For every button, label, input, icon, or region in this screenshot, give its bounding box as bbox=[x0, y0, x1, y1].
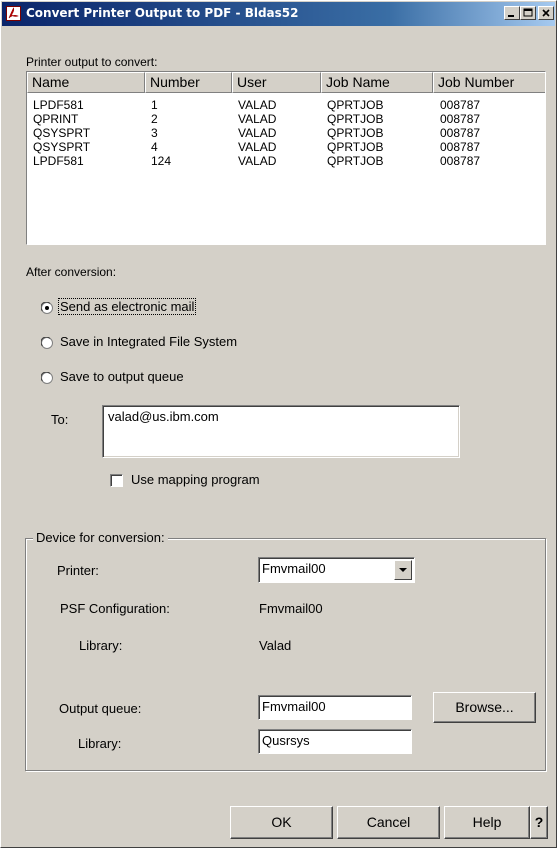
pdf-icon bbox=[6, 6, 21, 21]
psf-library-value: Valad bbox=[259, 638, 292, 653]
output-queue-label: Output queue: bbox=[59, 701, 142, 716]
cell-user: VALAD bbox=[238, 126, 277, 140]
printer-select-value: Fmvmail00 bbox=[262, 561, 326, 576]
cell-name: QPRINT bbox=[33, 112, 79, 126]
cell-user: VALAD bbox=[238, 140, 277, 154]
column-header-job-name[interactable]: Job Name bbox=[321, 72, 433, 93]
window-title: Convert Printer Output to PDF - Bldas52 bbox=[26, 6, 299, 20]
cell-job-name: QPRTJOB bbox=[327, 154, 384, 168]
cell-number: 2 bbox=[151, 112, 158, 126]
maximize-icon[interactable] bbox=[520, 6, 536, 20]
cell-number: 124 bbox=[151, 154, 172, 168]
close-icon[interactable] bbox=[538, 6, 554, 20]
column-header-name[interactable]: Name bbox=[27, 72, 145, 93]
radio-send-email[interactable] bbox=[41, 302, 53, 314]
help-button[interactable]: Help bbox=[444, 806, 530, 839]
cell-job-number: 008787 bbox=[440, 154, 481, 168]
title-bar[interactable]: Convert Printer Output to PDF - Bldas52 bbox=[2, 2, 555, 26]
cell-job-name: QPRTJOB bbox=[327, 140, 384, 154]
printer-output-label: Printer output to convert: bbox=[26, 55, 158, 69]
cell-job-name: QPRTJOB bbox=[327, 98, 384, 112]
after-conversion-label: After conversion: bbox=[26, 265, 117, 279]
table-row[interactable]: LPDF581 124 VALAD QPRTJOB 008787 bbox=[27, 154, 545, 168]
whats-this-button[interactable]: ? bbox=[530, 806, 548, 839]
cell-number: 3 bbox=[151, 126, 158, 140]
output-queue-library-field[interactable]: Qusrsys bbox=[258, 729, 412, 754]
cell-name: LPDF581 bbox=[33, 98, 84, 112]
output-queue-field[interactable]: Fmvmail00 bbox=[258, 695, 412, 720]
cell-job-name: QPRTJOB bbox=[327, 126, 384, 140]
printer-output-table[interactable]: Name Number User Job Name Job Number LPD… bbox=[26, 71, 546, 245]
radio-save-ifs[interactable] bbox=[41, 337, 53, 349]
dialog-window: Convert Printer Output to PDF - Bldas52 … bbox=[0, 0, 557, 848]
device-group-title: Device for conversion: bbox=[33, 530, 168, 545]
cell-name: LPDF581 bbox=[33, 154, 84, 168]
use-mapping-checkbox[interactable] bbox=[110, 474, 123, 487]
ok-button[interactable]: OK bbox=[230, 806, 333, 839]
printer-select[interactable]: Fmvmail00 bbox=[258, 557, 415, 583]
chevron-down-icon[interactable] bbox=[394, 560, 412, 580]
column-header-job-number[interactable]: Job Number bbox=[433, 72, 545, 93]
printer-label: Printer: bbox=[57, 563, 99, 578]
browse-button[interactable]: Browse... bbox=[433, 692, 536, 723]
option-save-outq-label[interactable]: Save to output queue bbox=[60, 369, 184, 384]
column-header-number[interactable]: Number bbox=[145, 72, 232, 93]
table-row[interactable]: QSYSPRT 4 VALAD QPRTJOB 008787 bbox=[27, 140, 545, 154]
cell-job-number: 008787 bbox=[440, 126, 481, 140]
table-row[interactable]: LPDF581 1 VALAD QPRTJOB 008787 bbox=[27, 98, 545, 112]
cell-user: VALAD bbox=[238, 154, 277, 168]
cancel-button[interactable]: Cancel bbox=[337, 806, 440, 839]
cell-job-number: 008787 bbox=[440, 98, 481, 112]
cell-user: VALAD bbox=[238, 98, 277, 112]
cell-name: QSYSPRT bbox=[33, 140, 91, 154]
output-queue-library-label: Library: bbox=[78, 736, 122, 751]
minimize-icon[interactable] bbox=[504, 6, 520, 20]
psf-config-value: Fmvmail00 bbox=[259, 601, 323, 616]
table-row[interactable]: QSYSPRT 3 VALAD QPRTJOB 008787 bbox=[27, 126, 545, 140]
psf-config-label: PSF Configuration: bbox=[60, 601, 170, 616]
cell-job-number: 008787 bbox=[440, 112, 481, 126]
cell-job-number: 008787 bbox=[440, 140, 481, 154]
table-row[interactable]: QPRINT 2 VALAD QPRTJOB 008787 bbox=[27, 112, 545, 126]
radio-save-outq[interactable] bbox=[41, 372, 53, 384]
to-label: To: bbox=[51, 412, 69, 427]
psf-library-label: Library: bbox=[79, 638, 123, 653]
cell-number: 4 bbox=[151, 140, 158, 154]
option-send-email-label[interactable]: Send as electronic mail bbox=[57, 298, 197, 315]
to-email-field[interactable]: valad@us.ibm.com bbox=[102, 405, 460, 458]
cell-user: VALAD bbox=[238, 112, 277, 126]
cell-job-name: QPRTJOB bbox=[327, 112, 384, 126]
option-save-ifs-label[interactable]: Save in Integrated File System bbox=[60, 334, 237, 349]
cell-name: QSYSPRT bbox=[33, 126, 91, 140]
table-header: Name Number User Job Name Job Number bbox=[27, 72, 545, 93]
column-header-user[interactable]: User bbox=[232, 72, 321, 93]
cell-number: 1 bbox=[151, 98, 158, 112]
use-mapping-label[interactable]: Use mapping program bbox=[131, 472, 260, 487]
